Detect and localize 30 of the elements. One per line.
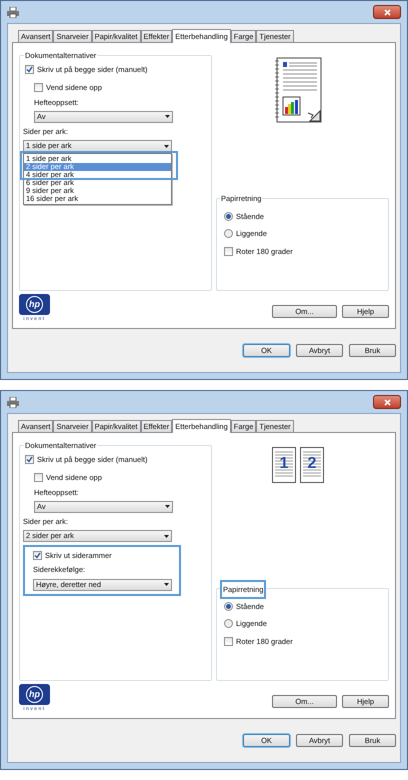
- checkmark-icon: [34, 552, 41, 560]
- page-number: 2: [308, 456, 316, 472]
- checkbox[interactable]: [224, 246, 233, 256]
- printer-icon: [7, 396, 19, 408]
- caret-icon: [164, 144, 169, 148]
- radio-button[interactable]: [224, 212, 233, 222]
- radio-button[interactable]: [224, 619, 233, 628]
- radio-button[interactable]: [224, 602, 233, 612]
- radio-button[interactable]: [224, 229, 233, 238]
- logo-mark: hp: [26, 296, 43, 313]
- checkbox[interactable]: [25, 455, 34, 464]
- checkmark-icon: [26, 66, 33, 74]
- checkmark-icon: [26, 456, 33, 464]
- checkbox[interactable]: [34, 473, 43, 482]
- close-button[interactable]: [373, 395, 401, 409]
- caret-icon: [164, 583, 169, 586]
- checkbox[interactable]: [34, 83, 43, 92]
- checkbox[interactable]: [25, 65, 34, 74]
- caret-icon: [164, 534, 169, 538]
- printer-icon: [7, 6, 19, 18]
- close-icon: [384, 8, 390, 16]
- caret-icon: [165, 505, 170, 508]
- logo-mark: hp: [26, 686, 43, 703]
- page-number: 1: [280, 456, 288, 472]
- checkbox[interactable]: [33, 551, 42, 560]
- close-button[interactable]: [373, 5, 401, 19]
- checkbox[interactable]: [224, 636, 233, 646]
- close-icon: [384, 398, 390, 406]
- caret-icon: [165, 115, 170, 118]
- page-preview-drawing: [274, 57, 322, 123]
